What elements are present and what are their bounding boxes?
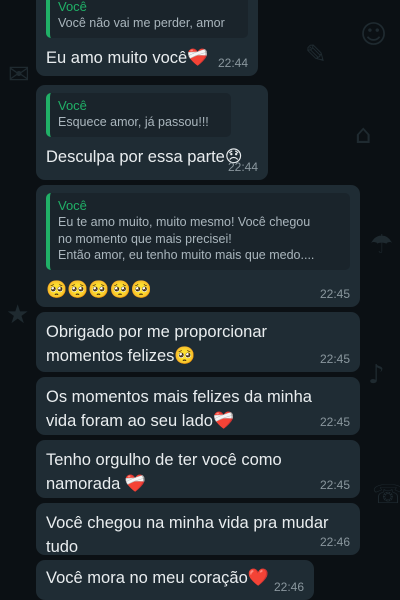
red-heart-emoji: ❤️ xyxy=(247,568,269,588)
message-time: 22:46 xyxy=(273,580,304,594)
quoted-text: Esquece amor, já passou!!! xyxy=(58,115,209,129)
message-text: Os momentos mais felizes da minha vida f… xyxy=(46,388,312,430)
message-bubble[interactable]: Os momentos mais felizes da minha vida f… xyxy=(36,377,360,435)
message-text: Você chegou na minha vida pra mudar tudo xyxy=(46,514,329,556)
message-time: 22:44 xyxy=(227,160,258,174)
mending-heart-emoji: ❤️‍🩹 xyxy=(187,47,209,68)
message-bubble[interactable]: Obrigado por me proporcionar momentos fe… xyxy=(36,312,360,372)
mending-heart-emoji: ❤️‍🩹 xyxy=(124,474,147,494)
quoted-sender: Você xyxy=(58,98,87,113)
quoted-message[interactable]: Você Eu te amo muito, muito mesmo! Você … xyxy=(46,193,350,270)
message-time: 22:45 xyxy=(319,415,350,429)
message-time: 22:45 xyxy=(319,352,350,366)
quoted-text-line: Eu te amo muito, muito mesmo! Você chego… xyxy=(58,215,311,229)
message-text: Obrigado por me proporcionar momentos fe… xyxy=(46,323,268,365)
message-bubble[interactable]: Você chegou na minha vida pra mudar tudo… xyxy=(36,503,360,556)
message-bubble[interactable]: Você Esquece amor, já passou!!! Desculpa… xyxy=(36,85,268,180)
message-text: Desculpa por essa parte xyxy=(46,147,225,166)
message-bubble[interactable]: Você mora no meu coração❤️ 22:46 xyxy=(36,560,314,600)
message-bubble[interactable]: Tenho orgulho de ter você como namorada … xyxy=(36,440,360,498)
message-bubble[interactable]: Você Você não vai me perder, amor Eu amo… xyxy=(36,0,258,76)
message-text: Eu amo muito você xyxy=(46,48,188,67)
chat-area[interactable]: Você Você não vai me perder, amor Eu amo… xyxy=(0,0,400,600)
quoted-sender: Você xyxy=(58,198,87,213)
message-time: 22:46 xyxy=(319,535,350,549)
quoted-text-line: Então amor, eu tenho muito mais que medo… xyxy=(58,248,315,262)
message-time: 22:45 xyxy=(319,287,350,301)
message-text: Você mora no meu coração xyxy=(46,569,248,587)
quoted-sender: Você xyxy=(58,0,87,14)
quoted-message[interactable]: Você Esquece amor, já passou!!! xyxy=(46,93,231,137)
pleading-face-emoji: 🥺🥺🥺🥺🥺 xyxy=(46,279,152,300)
quoted-text: Você não vai me perder, amor xyxy=(58,16,225,30)
mending-heart-emoji: ❤️‍🩹 xyxy=(212,411,235,431)
message-time: 22:44 xyxy=(217,56,248,70)
pleading-face-emoji: 🥺 xyxy=(174,346,196,366)
message-text: Tenho orgulho de ter você como namorada xyxy=(46,451,282,493)
quoted-message[interactable]: Você Você não vai me perder, amor xyxy=(46,0,248,38)
message-bubble[interactable]: Você Eu te amo muito, muito mesmo! Você … xyxy=(36,185,360,307)
quoted-text-line: no momento que mais precisei! xyxy=(58,231,232,246)
message-time: 22:45 xyxy=(319,478,350,492)
